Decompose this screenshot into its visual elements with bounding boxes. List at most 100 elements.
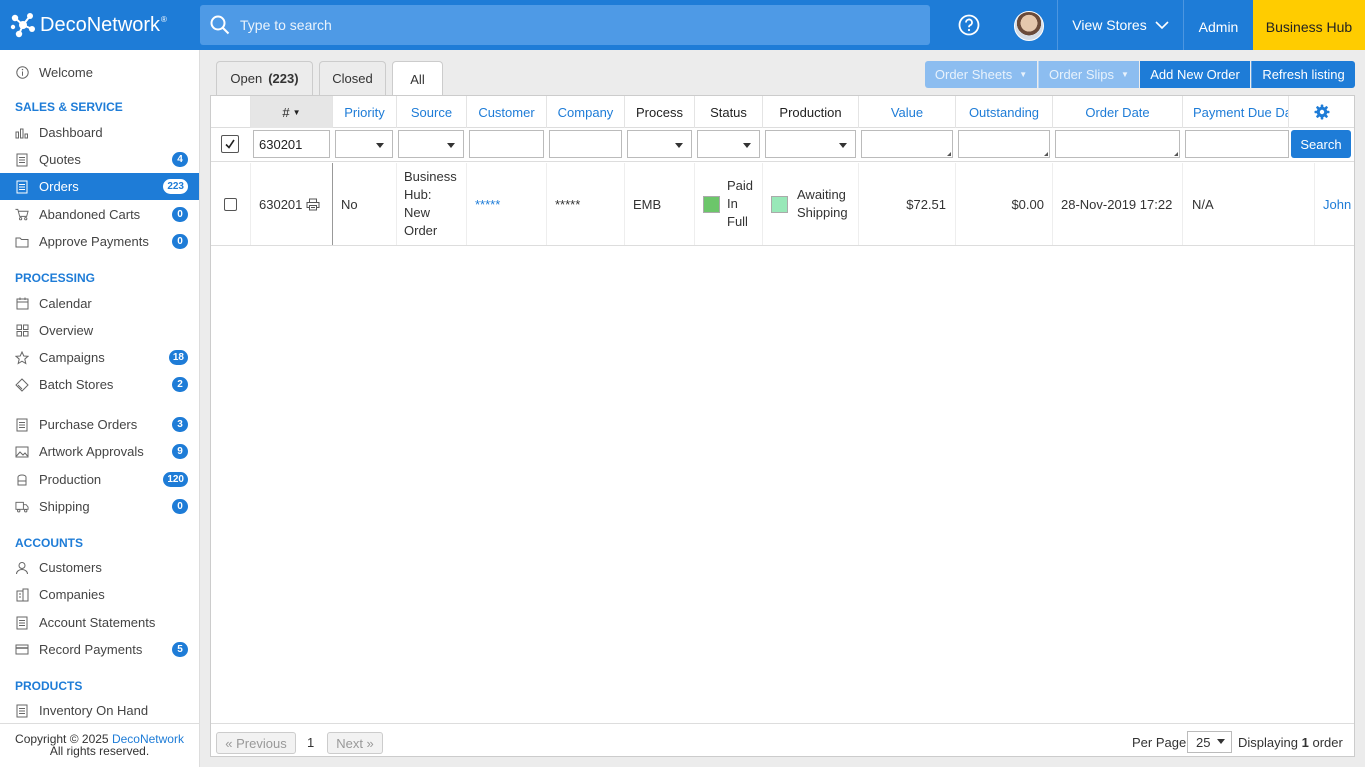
tab-all[interactable]: All — [392, 61, 443, 96]
sidebar-item-production[interactable]: Production 120 — [0, 466, 199, 493]
per-page-select[interactable]: 25 — [1187, 731, 1232, 753]
status-filter[interactable] — [697, 130, 760, 158]
layers-icon — [15, 377, 29, 392]
sidebar-item-label: Purchase Orders — [39, 417, 138, 432]
payment-due-cell: N/A — [1183, 163, 1315, 245]
production-filter[interactable] — [765, 130, 856, 158]
sidebar-item-inventory-on-hand[interactable]: Inventory On Hand — [0, 697, 199, 724]
sidebar-item-dashboard[interactable]: Dashboard — [0, 119, 199, 146]
sidebar-item-purchase-orders[interactable]: Purchase Orders 3 — [0, 411, 199, 438]
header-order-date[interactable]: Order Date — [1053, 96, 1183, 128]
header-outstanding[interactable]: Outstanding — [956, 96, 1053, 128]
sidebar-item-shipping[interactable]: Shipping 0 — [0, 493, 199, 520]
production-color-swatch — [771, 195, 788, 213]
previous-page-button[interactable]: « Previous — [216, 732, 296, 754]
order-sheets-button[interactable]: Order Sheets ▼ — [925, 61, 1037, 88]
sidebar-item-approve-payments[interactable]: Approve Payments 0 — [0, 228, 199, 255]
add-new-order-button[interactable]: Add New Order — [1140, 61, 1250, 88]
next-page-button[interactable]: Next » — [327, 732, 383, 754]
customer-filter[interactable] — [469, 130, 544, 158]
box-icon — [15, 473, 29, 487]
sidebar-item-label: Customers — [39, 560, 102, 575]
logo[interactable]: DecoNetwork ® — [10, 10, 167, 40]
user-avatar[interactable] — [1014, 11, 1044, 41]
refresh-listing-button[interactable]: Refresh listing — [1251, 61, 1355, 88]
outstanding-filter[interactable] — [958, 130, 1050, 158]
view-stores-dropdown[interactable]: View Stores — [1058, 0, 1183, 50]
admin-link[interactable]: Admin — [1184, 0, 1253, 50]
priority-filter[interactable] — [335, 130, 393, 158]
count-badge: 0 — [172, 234, 188, 249]
tab-count: (223) — [268, 71, 299, 86]
count-badge: 5 — [172, 642, 188, 657]
grid-icon — [15, 324, 29, 338]
search-input[interactable] — [240, 17, 890, 33]
header-priority[interactable]: Priority — [333, 96, 397, 128]
sidebar-item-batch-stores[interactable]: Batch Stores 2 — [0, 371, 199, 398]
assignee-cell[interactable]: John — [1315, 163, 1354, 245]
source-line: Business — [404, 169, 457, 184]
sidebar-item-label: Calendar — [39, 296, 92, 311]
tab-label: All — [410, 71, 425, 87]
company-filter[interactable] — [549, 130, 622, 158]
sidebar-item-account-statements[interactable]: Account Statements — [0, 609, 199, 636]
sidebar-item-quotes[interactable]: Quotes 4 — [0, 146, 199, 173]
process-filter[interactable] — [627, 130, 692, 158]
header-payment-due[interactable]: Payment Due Da — [1183, 96, 1289, 128]
sidebar-item-companies[interactable]: Companies — [0, 581, 199, 608]
filter-row: Search — [211, 128, 1354, 162]
search-button[interactable]: Search — [1291, 130, 1351, 158]
value-filter[interactable] — [861, 130, 953, 158]
section-title-processing: PROCESSING — [15, 271, 96, 285]
payment-due-filter[interactable] — [1185, 130, 1289, 158]
header-company[interactable]: Company — [547, 96, 625, 128]
tab-closed[interactable]: Closed — [319, 61, 386, 95]
header-customer[interactable]: Customer — [467, 96, 547, 128]
rights-text: All rights reserved. — [49, 744, 150, 758]
sidebar-item-artwork-approvals[interactable]: Artwork Approvals 9 — [0, 438, 199, 465]
production-line: Shipping — [797, 205, 848, 220]
sidebar-item-label: Welcome — [39, 65, 93, 80]
select-all-checkbox[interactable] — [221, 135, 239, 153]
sidebar-item-overview[interactable]: Overview — [0, 317, 199, 344]
column-settings[interactable] — [1289, 96, 1354, 128]
sidebar-item-label: Account Statements — [39, 615, 156, 630]
source-filter[interactable] — [398, 130, 464, 158]
header-order-number[interactable]: # ▼ — [251, 96, 333, 128]
printer-icon[interactable] — [306, 198, 320, 211]
sort-desc-icon: ▼ — [292, 107, 301, 117]
sidebar-item-orders[interactable]: Orders 223 — [0, 173, 199, 200]
displaying-prefix: Displaying — [1238, 735, 1298, 750]
count-badge: 3 — [172, 417, 188, 432]
sidebar-item-abandoned-carts[interactable]: Abandoned Carts 0 — [0, 201, 199, 228]
tab-open[interactable]: Open (223) — [216, 61, 313, 95]
status-line: Paid — [727, 178, 754, 193]
table-row[interactable]: 630201 No Business Hub: New Order ***** … — [211, 163, 1354, 246]
header-source[interactable]: Source — [397, 96, 467, 128]
count-badge: 2 — [172, 377, 188, 392]
order-number-filter[interactable] — [253, 130, 330, 158]
process-cell: EMB — [625, 163, 695, 245]
table-header-row: # ▼ Priority Source Customer Company Proc… — [211, 96, 1354, 128]
value-cell: $72.51 — [859, 163, 956, 245]
star-icon — [15, 350, 29, 365]
sidebar-item-customers[interactable]: Customers — [0, 554, 199, 581]
credit-card-icon — [15, 643, 29, 657]
help-icon[interactable] — [958, 14, 980, 36]
customer-cell[interactable]: ***** — [467, 163, 547, 245]
building-icon — [15, 588, 29, 602]
order-date-cell: 28-Nov-2019 17:22 — [1053, 163, 1183, 245]
order-slips-button[interactable]: Order Slips ▼ — [1038, 61, 1139, 88]
row-checkbox[interactable] — [224, 197, 237, 211]
header-value[interactable]: Value — [859, 96, 956, 128]
sidebar-item-campaigns[interactable]: Campaigns 18 — [0, 344, 199, 371]
button-label: Order Sheets — [934, 67, 1013, 82]
sidebar-item-welcome[interactable]: Welcome — [0, 59, 199, 86]
business-hub-button[interactable]: Business Hub — [1253, 0, 1365, 50]
order-number: 630201 — [259, 196, 303, 212]
sidebar-item-label: Overview — [39, 323, 94, 338]
sidebar-item-calendar[interactable]: Calendar — [0, 290, 199, 317]
sidebar-item-record-payments[interactable]: Record Payments 5 — [0, 636, 199, 663]
order-date-filter[interactable] — [1055, 130, 1180, 158]
order-number-cell[interactable]: 630201 — [251, 163, 333, 245]
